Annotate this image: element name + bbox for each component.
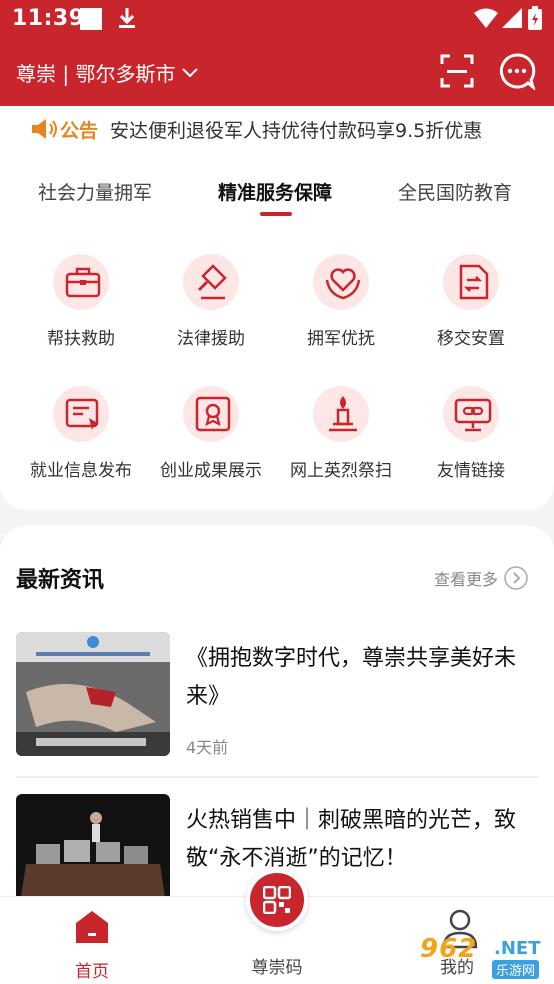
job-board-icon <box>65 398 99 430</box>
heart-hands-icon <box>325 268 361 300</box>
news-image <box>16 632 170 756</box>
home-icon <box>76 911 108 943</box>
nav-home-label: 首页 <box>75 962 109 982</box>
scan-icon[interactable] <box>440 54 474 88</box>
city-selector[interactable]: 尊崇 | 鄂尔多斯市 <box>16 58 199 87</box>
watermark-net: .NET <box>494 938 541 959</box>
grid-label: 友情链接 <box>437 461 505 481</box>
signal-icon <box>502 8 522 28</box>
grid-label: 创业成果展示 <box>160 461 262 481</box>
chevron-right-circle-icon <box>504 566 528 590</box>
notice-text: 安达便利退役军人持优待付款码享9.5折优惠 <box>110 119 483 142</box>
grid-item-transfer[interactable]: 移交安置 <box>406 254 536 364</box>
grid-item-assistance[interactable]: 帮扶救助 <box>16 254 146 364</box>
tab-social-support[interactable]: 社会力量拥军 <box>38 178 152 205</box>
news-item-title: 《拥抱数字时代，尊崇共享美好未来》 <box>186 646 517 709</box>
grid-icon-bg <box>313 254 369 310</box>
grid-label: 帮扶救助 <box>47 329 115 349</box>
watermark-sub: 乐游网 <box>492 960 540 979</box>
grid-item-martyrs-memorial[interactable]: 网上英烈祭扫 <box>276 386 406 496</box>
notification-square-icon <box>80 8 102 30</box>
qr-code-icon <box>263 886 291 914</box>
battery-icon <box>528 6 542 30</box>
news-item-title: 火热销售中｜刺破黑暗的光芒，致敬“永不消逝”的记忆！ <box>186 808 517 871</box>
gavel-icon <box>197 264 227 300</box>
download-icon <box>119 8 135 28</box>
news-divider <box>16 776 538 778</box>
notice-bar[interactable]: 公告 安达便利退役军人持优待付款码享9.5折优惠 <box>30 112 482 146</box>
news-item-time: 4天前 <box>186 738 229 757</box>
grid-item-military-support[interactable]: 拥军优抚 <box>276 254 406 364</box>
chat-icon[interactable] <box>498 52 536 90</box>
city-label: 尊崇 | 鄂尔多斯市 <box>16 62 176 86</box>
active-tab-indicator <box>260 212 292 216</box>
grid-icon-bg <box>53 254 109 310</box>
grid-label: 网上英烈祭扫 <box>290 461 392 481</box>
speaker-icon <box>32 119 57 139</box>
transfer-doc-icon <box>459 264 489 300</box>
tab-precise-service[interactable]: 精准服务保障 <box>218 178 332 205</box>
chevron-down-icon <box>182 67 199 77</box>
tab-defense-education[interactable]: 全民国防教育 <box>398 178 512 205</box>
briefcase-icon <box>65 267 101 298</box>
nav-honor-code-button[interactable] <box>246 869 308 931</box>
news-item[interactable]: 《拥抱数字时代，尊崇共享美好未来》 4天前 <box>16 632 538 762</box>
news-thumbnail <box>16 632 170 756</box>
nav-home[interactable]: 首页 <box>62 903 122 983</box>
top-bar: 11:39 尊崇 | 鄂尔多斯市 <box>0 0 554 106</box>
nav-honor-code-label[interactable]: 尊崇码 <box>246 953 308 978</box>
certificate-icon <box>195 396 231 432</box>
grid-item-startup-results[interactable]: 创业成果展示 <box>146 386 276 496</box>
app-header: 尊崇 | 鄂尔多斯市 <box>0 40 554 106</box>
wifi-icon <box>474 8 498 28</box>
services-card: 公告 安达便利退役军人持优待付款码享9.5折优惠 社会力量拥军 精准服务保障 全… <box>0 106 554 510</box>
grid-label: 拥军优抚 <box>307 329 375 349</box>
grid-item-job-info[interactable]: 就业信息发布 <box>16 386 146 496</box>
grid-label: 法律援助 <box>177 329 245 349</box>
status-bar: 11:39 <box>0 0 554 38</box>
grid-item-legal-aid[interactable]: 法律援助 <box>146 254 276 364</box>
link-monitor-icon <box>454 398 492 432</box>
grid-icon-bg <box>183 386 239 442</box>
grid-icon-bg <box>183 254 239 310</box>
grid-label: 移交安置 <box>437 329 505 349</box>
grid-icon-bg <box>313 386 369 442</box>
status-time: 11:39 <box>12 6 85 31</box>
watermark-number: 962 <box>420 934 478 964</box>
grid-icon-bg <box>443 254 499 310</box>
grid-item-friendly-links[interactable]: 友情链接 <box>406 386 536 496</box>
watermark-logo: 962 .NET 乐游网 <box>414 934 550 980</box>
grid-label: 就业信息发布 <box>30 461 132 481</box>
candle-icon <box>329 396 357 432</box>
grid-icon-bg <box>443 386 499 442</box>
grid-icon-bg <box>53 386 109 442</box>
view-more-link[interactable]: 查看更多 <box>434 566 528 590</box>
news-section-title: 最新资讯 <box>16 568 105 593</box>
notice-tag: 公告 <box>60 119 99 142</box>
view-more-label: 查看更多 <box>434 570 499 589</box>
